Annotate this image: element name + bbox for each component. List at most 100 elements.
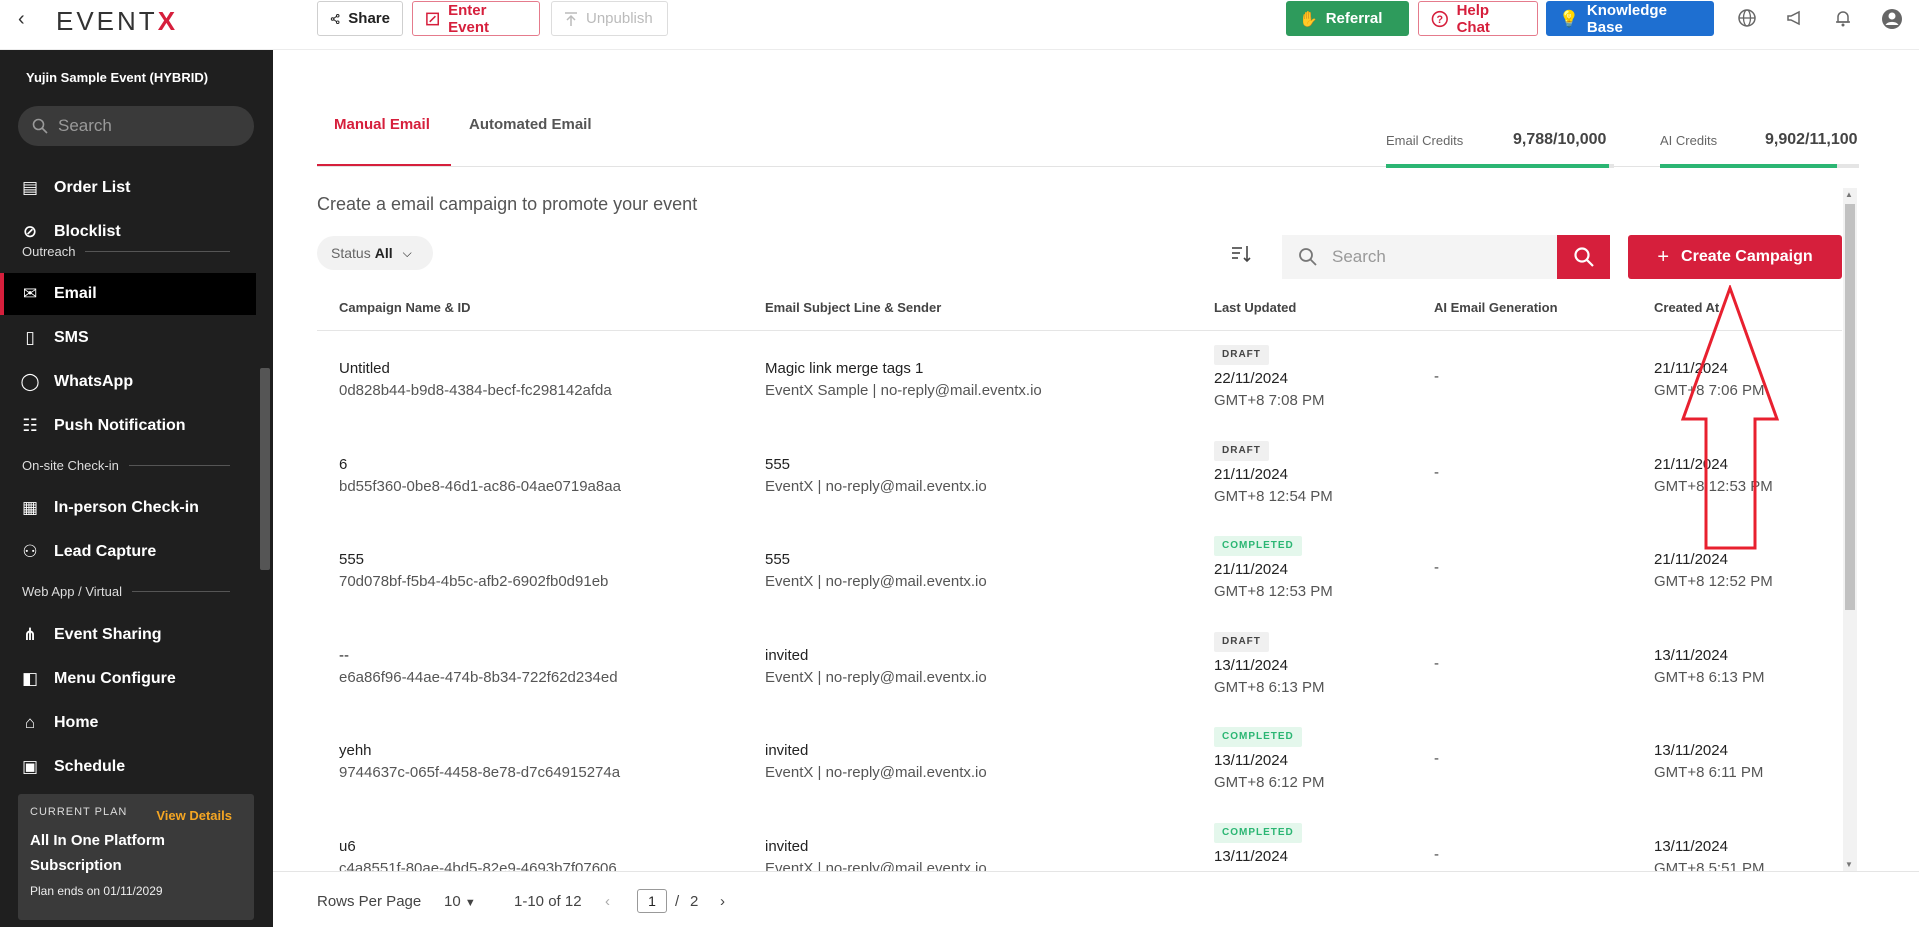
created-at-cell: 21/11/2024 GMT+8 7:06 PM [1654,358,1764,402]
campaign-name: Untitled [339,360,390,377]
last-updated-cell: COMPLETED13/11/2024GMT+8 5:52 PM [1214,820,1324,871]
table-row[interactable]: -- e6a86f96-44ae-474b-8b34-722f62d234ed in… [317,632,1842,739]
next-page-icon[interactable]: › [720,893,725,910]
last-updated-cell: DRAFT 21/11/2024 GMT+8 12:54 PM [1214,438,1333,508]
email-sender: EventX | no-reply@mail.eventx.io [765,478,987,495]
email-subject: 555 [765,551,791,568]
campaign-table-body: Untitled 0d828b44-b9d8-4384-becf-fc298142… [0,0,1919,871]
updated-time: GMT+8 6:12 PM [1214,774,1325,791]
updated-time: GMT+8 12:54 PM [1214,488,1333,505]
prev-page-icon[interactable]: ‹ [605,893,610,910]
page-separator: / [675,893,680,910]
email-subject: invited [765,838,809,855]
subject-sender-cell: 555 EventX | no-reply@mail.eventx.io [765,454,987,498]
rows-per-page-select[interactable]: 10 ▼ [444,893,476,910]
created-at-cell: 21/11/2024 GMT+8 12:52 PM [1654,549,1773,593]
created-date: 13/11/2024 [1654,647,1728,664]
created-time: GMT+8 12:52 PM [1654,573,1773,590]
total-pages: 2 [690,893,699,910]
ai-generation-value: - [1434,655,1439,672]
campaign-name: 555 [339,551,365,568]
plan-ends: Plan ends on 01/11/2029 [30,884,163,898]
subject-sender-cell: Magic link merge tags 1 EventX Sample | n… [765,358,1042,402]
email-subject: 555 [765,456,791,473]
created-date: 13/11/2024 [1654,742,1728,759]
email-sender: EventX | no-reply@mail.eventx.io [765,860,987,871]
table-row[interactable]: Untitled 0d828b44-b9d8-4384-becf-fc298142… [317,345,1842,452]
status-badge: DRAFT [1214,345,1269,365]
campaign-id: 9744637c-065f-4458-8e78-d7c64915274a [339,764,621,781]
pagination-footer: Rows Per Page 10 ▼ 1-10 of 12 ‹ 1 / 2 › [273,871,1919,927]
updated-date: 21/11/2024 [1214,466,1288,483]
email-subject: invited [765,742,809,759]
table-row[interactable]: u6 c4a8551f-80ae-4bd5-82e9-4693b7f07606 in… [317,823,1842,871]
subject-sender-cell: invited EventX | no-reply@mail.eventx.io [765,645,987,689]
campaign-id: e6a86f96-44ae-474b-8b34-722f62d234ed [339,669,618,686]
email-subject: invited [765,647,809,664]
subject-sender-cell: invited EventX | no-reply@mail.eventx.io [765,740,987,784]
subject-sender-cell: invited EventX | no-reply@mail.eventx.io [765,836,987,871]
scroll-up-arrow-icon[interactable]: ▲ [1845,190,1853,199]
campaign-name-cell: 6 bd55f360-0be8-46d1-ac86-04ae0719a8aa [339,454,621,498]
status-badge: DRAFT [1214,632,1269,652]
created-time: GMT+8 7:06 PM [1654,382,1765,399]
created-date: 13/11/2024 [1654,838,1728,855]
updated-time: GMT+8 12:53 PM [1214,583,1333,600]
updated-date: 13/11/2024 [1214,848,1288,865]
pagination-range: 1-10 of 12 [514,893,582,910]
campaign-id: bd55f360-0be8-46d1-ac86-04ae0719a8aa [339,478,621,495]
campaign-name-cell: u6 c4a8551f-80ae-4bd5-82e9-4693b7f07606 [339,836,617,871]
main-scrollbar[interactable]: ▲ ▼ [1843,188,1857,871]
updated-date: 13/11/2024 [1214,752,1288,769]
email-sender: EventX | no-reply@mail.eventx.io [765,669,987,686]
last-updated-cell: COMPLETED 13/11/2024 GMT+8 6:12 PM [1214,724,1324,794]
updated-date: 13/11/2024 [1214,657,1288,674]
campaign-name: u6 [339,838,356,855]
ai-generation-value: - [1434,559,1439,576]
created-time: GMT+8 12:53 PM [1654,478,1773,495]
created-date: 21/11/2024 [1654,360,1728,377]
ai-generation-value: - [1434,846,1439,863]
campaign-name-cell: yehh 9744637c-065f-4458-8e78-d7c64915274a [339,740,620,784]
last-updated-cell: COMPLETED 21/11/2024 GMT+8 12:53 PM [1214,533,1333,603]
table-row[interactable]: 555 70d078bf-f5b4-4b5c-afb2-6902fb0d91eb 5… [317,536,1842,643]
created-date: 21/11/2024 [1654,551,1728,568]
status-badge: COMPLETED [1214,823,1302,843]
campaign-name-cell: -- e6a86f96-44ae-474b-8b34-722f62d234ed [339,645,618,689]
created-date: 21/11/2024 [1654,456,1728,473]
created-at-cell: 21/11/2024 GMT+8 12:53 PM [1654,454,1773,498]
scroll-down-arrow-icon[interactable]: ▼ [1845,860,1853,869]
table-row[interactable]: yehh 9744637c-065f-4458-8e78-d7c64915274a… [317,727,1842,834]
created-at-cell: 13/11/2024 GMT+8 5:51 PM [1654,836,1764,871]
ai-generation-value: - [1434,368,1439,385]
status-badge: COMPLETED [1214,727,1302,747]
updated-time: GMT+8 6:13 PM [1214,679,1325,696]
ai-generation-value: - [1434,464,1439,481]
email-sender: EventX | no-reply@mail.eventx.io [765,764,987,781]
email-subject: Magic link merge tags 1 [765,360,924,377]
last-updated-cell: DRAFT 22/11/2024 GMT+8 7:08 PM [1214,342,1324,412]
created-time: GMT+8 6:11 PM [1654,764,1764,781]
created-at-cell: 13/11/2024 GMT+8 6:11 PM [1654,740,1763,784]
table-row[interactable]: 6 bd55f360-0be8-46d1-ac86-04ae0719a8aa 555… [317,441,1842,548]
page-number-input[interactable]: 1 [637,889,667,913]
created-at-cell: 13/11/2024 GMT+8 6:13 PM [1654,645,1764,689]
status-badge: DRAFT [1214,441,1269,461]
updated-date: 21/11/2024 [1214,561,1288,578]
rows-per-page-label: Rows Per Page [317,893,422,910]
rows-per-page-value: 10 [444,893,461,910]
last-updated-cell: DRAFT 13/11/2024 GMT+8 6:13 PM [1214,629,1324,699]
campaign-name: -- [339,647,349,664]
subject-sender-cell: 555 EventX | no-reply@mail.eventx.io [765,549,987,593]
created-time: GMT+8 6:13 PM [1654,669,1765,686]
main-scroll-thumb[interactable] [1845,204,1855,610]
campaign-name-cell: Untitled 0d828b44-b9d8-4384-becf-fc298142… [339,358,612,402]
ai-generation-value: - [1434,750,1439,767]
caret-down-icon: ▼ [464,897,476,909]
campaign-id: c4a8551f-80ae-4bd5-82e9-4693b7f07606 [339,860,617,871]
email-sender: EventX Sample | no-reply@mail.eventx.io [765,382,1042,399]
campaign-name-cell: 555 70d078bf-f5b4-4b5c-afb2-6902fb0d91eb [339,549,608,593]
campaign-id: 0d828b44-b9d8-4384-becf-fc298142afda [339,382,612,399]
updated-date: 22/11/2024 [1214,370,1288,387]
campaign-name: 6 [339,456,348,473]
